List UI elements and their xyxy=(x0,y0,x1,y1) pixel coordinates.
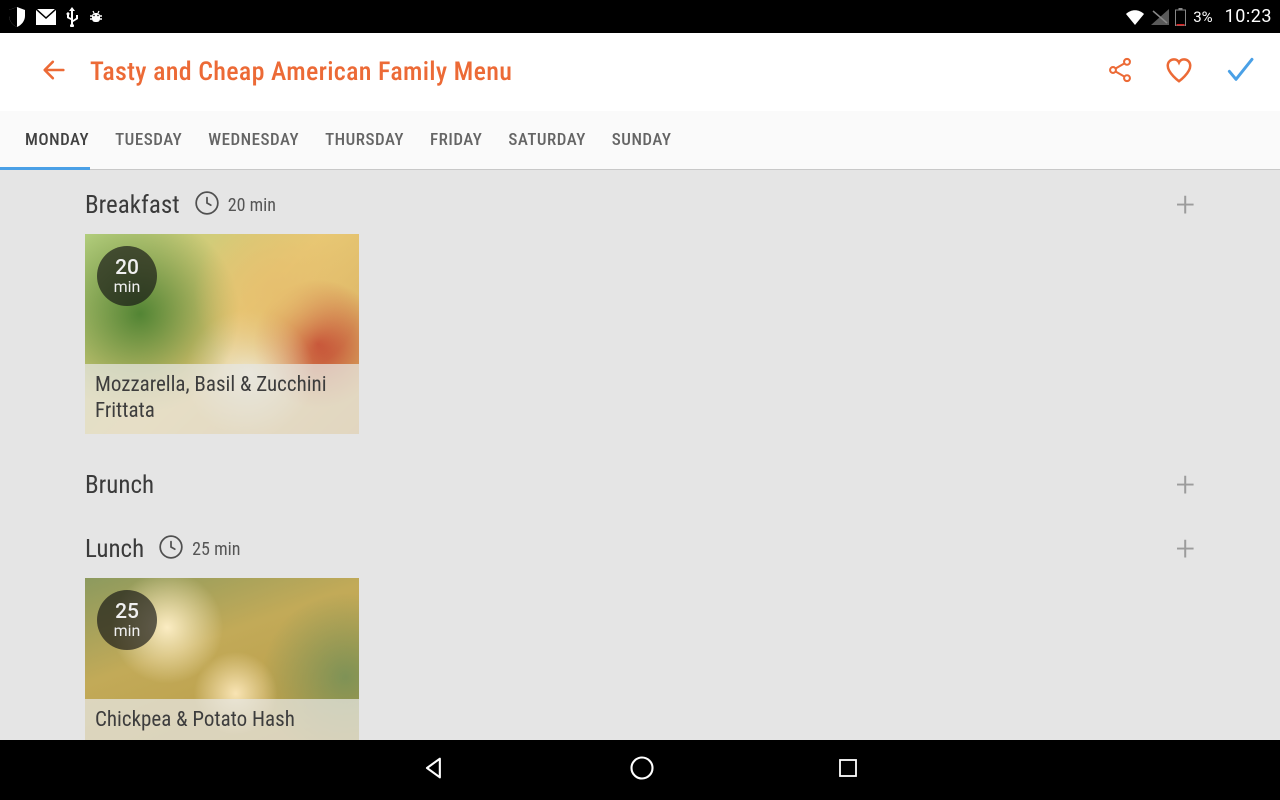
recipe-card-breakfast[interactable]: 20 min Mozzarella, Basil & Zucchini Frit… xyxy=(85,234,359,434)
section-title: Brunch xyxy=(85,471,154,500)
section-title: Lunch xyxy=(85,535,144,564)
tab-saturday[interactable]: SATURDAY xyxy=(495,130,598,150)
tab-indicator xyxy=(0,167,90,170)
section-header-brunch: Brunch + xyxy=(85,468,1195,502)
battery-percent: 3% xyxy=(1193,8,1212,26)
check-icon[interactable] xyxy=(1224,54,1256,90)
status-right: 3% 10:23 xyxy=(1125,6,1272,27)
content-area[interactable]: Breakfast 20 min + 20 min Mozzarella, Ba… xyxy=(0,170,1280,740)
wifi-icon xyxy=(1125,9,1145,25)
shield-icon xyxy=(8,7,26,27)
section-header-lunch: Lunch 25 min + xyxy=(85,532,1195,566)
add-brunch-button[interactable]: + xyxy=(1176,468,1195,502)
status-bar: 3% 10:23 xyxy=(0,0,1280,33)
heart-icon[interactable] xyxy=(1164,55,1194,89)
tab-monday[interactable]: MONDAY xyxy=(12,130,102,150)
time-badge: 25 min xyxy=(97,590,157,650)
clock-icon xyxy=(158,534,184,564)
add-lunch-button[interactable]: + xyxy=(1176,532,1195,566)
badge-minutes: 25 xyxy=(115,601,139,623)
mail-icon xyxy=(36,9,56,25)
app-bar: Tasty and Cheap American Family Menu xyxy=(0,33,1280,111)
tab-sunday[interactable]: SUNDAY xyxy=(599,130,685,150)
badge-unit: min xyxy=(114,279,141,296)
clock-icon xyxy=(194,190,220,220)
day-tabs: MONDAY TUESDAY WEDNESDAY THURSDAY FRIDAY… xyxy=(0,111,1280,170)
time-badge: 20 min xyxy=(97,246,157,306)
add-breakfast-button[interactable]: + xyxy=(1176,188,1195,222)
usb-icon xyxy=(66,7,78,27)
app-actions xyxy=(1106,54,1256,90)
tab-wednesday[interactable]: WEDNESDAY xyxy=(195,130,312,150)
badge-minutes: 20 xyxy=(115,257,139,279)
recipe-title: Mozzarella, Basil & Zucchini Frittata xyxy=(85,364,359,435)
nav-home-button[interactable] xyxy=(628,754,656,786)
system-nav-bar xyxy=(0,740,1280,800)
section-time: 25 min xyxy=(192,539,240,560)
nav-back-button[interactable] xyxy=(420,754,448,786)
tab-thursday[interactable]: THURSDAY xyxy=(312,130,417,150)
recipe-title: Chickpea & Potato Hash xyxy=(85,699,359,740)
page-title: Tasty and Cheap American Family Menu xyxy=(90,57,1106,87)
signal-icon xyxy=(1151,9,1169,25)
tab-friday[interactable]: FRIDAY xyxy=(417,130,495,150)
share-icon[interactable] xyxy=(1106,56,1134,88)
section-header-breakfast: Breakfast 20 min + xyxy=(85,188,1195,222)
tab-tuesday[interactable]: TUESDAY xyxy=(102,130,195,150)
recipe-card-lunch[interactable]: 25 min Chickpea & Potato Hash xyxy=(85,578,359,740)
section-title: Breakfast xyxy=(85,191,180,220)
android-debug-icon xyxy=(88,8,104,26)
nav-recent-button[interactable] xyxy=(836,756,860,784)
section-time: 20 min xyxy=(228,195,276,216)
clock-time: 10:23 xyxy=(1225,6,1272,27)
badge-unit: min xyxy=(114,623,141,640)
status-left xyxy=(8,7,104,27)
battery-icon xyxy=(1175,8,1186,26)
back-button[interactable] xyxy=(40,56,68,88)
